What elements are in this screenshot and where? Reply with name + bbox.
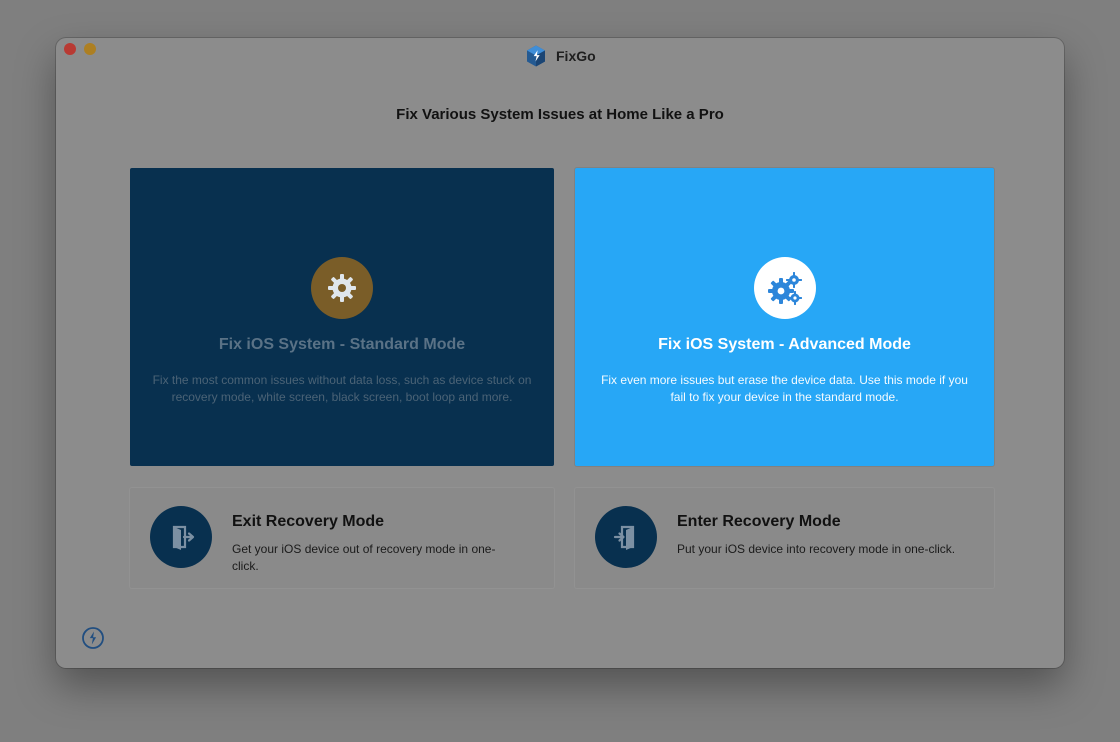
advanced-mode-description: Fix even more issues but erase the devic… — [601, 373, 968, 404]
page-title: Fix Various System Issues at Home Like a… — [396, 106, 724, 123]
exit-recovery-description: Get your iOS device out of recovery mode… — [232, 542, 496, 573]
standard-mode-description: Fix the most common issues without data … — [152, 373, 532, 404]
app-window: FixGo Fix Various System Issues at Home … — [56, 38, 1064, 668]
fixgo-logo-icon — [527, 45, 545, 67]
app-brand: FixGo — [524, 44, 596, 68]
enter-door-icon — [595, 506, 657, 568]
standard-mode-card[interactable]: Fix iOS System - Standard Mode Fix the m… — [130, 168, 554, 466]
close-window-button[interactable] — [64, 43, 76, 55]
app-name: FixGo — [556, 48, 596, 64]
enter-recovery-description: Put your iOS device into recovery mode i… — [677, 542, 956, 556]
lightning-icon[interactable] — [81, 626, 105, 650]
title-bar[interactable]: FixGo — [56, 38, 1064, 72]
exit-recovery-card[interactable]: Exit Recovery Mode Get your iOS device o… — [130, 488, 554, 588]
lightning-icon — [82, 627, 104, 649]
enter-recovery-title: Enter Recovery Mode — [677, 513, 841, 530]
gear-icon — [328, 274, 356, 302]
exit-recovery-title: Exit Recovery Mode — [232, 513, 385, 530]
double-gear-icon — [767, 272, 802, 305]
gear-icon — [311, 257, 373, 319]
enter-door-icon — [613, 525, 635, 550]
minimize-window-button[interactable] — [84, 43, 96, 55]
exit-door-icon — [172, 525, 195, 550]
exit-door-icon — [150, 506, 212, 568]
enter-recovery-card[interactable]: Enter Recovery Mode Put your iOS device … — [575, 488, 994, 588]
double-gear-icon — [753, 257, 816, 319]
standard-mode-title: Fix iOS System - Standard Mode — [218, 336, 466, 353]
advanced-mode-card[interactable]: Fix iOS System - Advanced Mode Fix even … — [575, 168, 994, 466]
advanced-mode-title: Fix iOS System - Advanced Mode — [658, 336, 911, 353]
